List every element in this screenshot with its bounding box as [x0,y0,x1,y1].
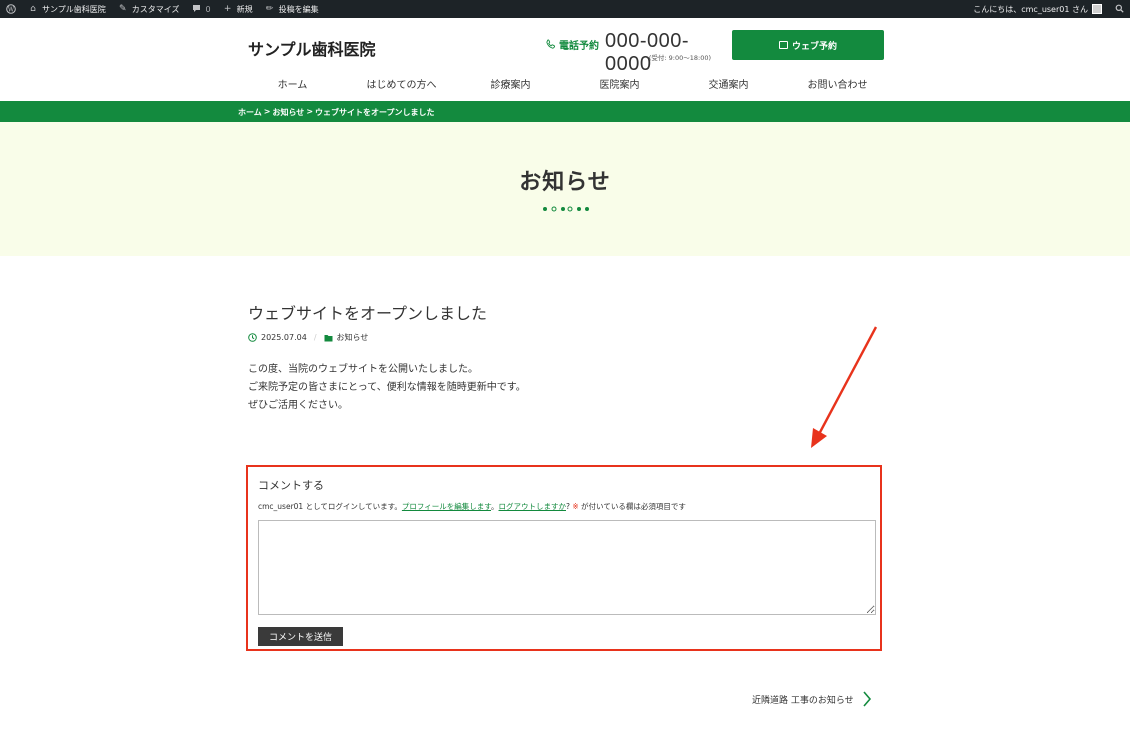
page-hero: お知らせ [0,122,1130,256]
phone-icon [546,39,556,49]
next-post-link[interactable]: 近隣道路 工事のお知らせ [752,690,872,708]
web-reservation-button[interactable]: ウェブ予約 [732,30,884,60]
phone-reservation[interactable]: 電話予約 000-000-0000 (受付: 9:00〜18:00) [545,30,717,75]
breadcrumb-news[interactable]: お知らせ [272,107,304,118]
admin-edit-post-label: 投稿を編集 [278,4,319,14]
admin-greeting: こんにちは、cmc_user01 さん [973,4,1088,14]
page-title: お知らせ [519,170,611,195]
comment-textarea[interactable] [258,520,876,615]
admin-comments-link[interactable]: 0 [186,0,217,18]
breadcrumb-band: ホーム > お知らせ > ウェブサイトをオープンしました [0,101,1130,122]
comment-form-highlight: コメントする cmc_user01 としてログインしています。プロフィールを編集… [246,465,882,651]
web-reservation-label: ウェブ予約 [791,41,837,52]
brush-icon: ✎ [118,4,127,14]
admin-site-name: サンプル歯科医院 [42,4,106,14]
admin-customize-label: カスタマイズ [131,4,180,14]
submit-comment-button[interactable]: コメントを送信 [258,627,343,646]
pencil-icon: ✏ [265,4,274,14]
meta-divider: / [313,333,317,342]
nav-item-first-visit[interactable]: はじめての方へ [347,76,456,92]
post-meta: 2025.07.04 / お知らせ [248,332,368,343]
comment-bubble-icon [192,4,202,14]
folder-icon [324,334,333,341]
logged-in-question: ? [566,502,570,511]
breadcrumb-current: ウェブサイトをオープンしました [315,108,435,117]
main-nav: ホーム はじめての方へ 診療案内 医院案内 交通案内 お問い合わせ [238,76,892,92]
phone-label: 電話予約 [559,41,599,52]
chevron-right-icon [863,691,871,707]
admin-bar: W ⌂ サンプル歯科医院 ✎ カスタマイズ 0 + 新規 ✏ 投稿を編集 こんに… [0,0,1130,18]
annotation-arrow-icon [811,326,878,448]
site-title[interactable]: サンプル歯科医院 [248,36,376,60]
search-icon [1114,4,1124,14]
nav-item-home[interactable]: ホーム [238,76,347,92]
clock-icon [248,333,257,342]
comment-form-title: コメントする [258,479,324,492]
admin-account-menu[interactable]: こんにちは、cmc_user01 さん [967,0,1108,18]
logged-in-notice: cmc_user01 としてログインしています。プロフィールを編集します。ログア… [258,501,686,512]
wordpress-logo-button[interactable]: W [0,0,22,18]
breadcrumb-separator: > [306,107,314,116]
logged-in-sep: 。 [491,502,499,511]
nav-item-access[interactable]: 交通案内 [674,76,783,92]
required-note: が付いている欄は必須項目です [578,502,686,511]
logged-in-text: cmc_user01 としてログインしています。 [258,502,402,511]
post-body: この度、当院のウェブサイトを公開いたしました。 ご来院予定の皆さまにとって、便利… [248,361,526,415]
breadcrumb: ホーム > お知らせ > ウェブサイトをオープンしました [238,107,435,118]
dots-ornament-icon [543,206,589,212]
admin-search-button[interactable] [1108,0,1130,18]
avatar [1092,4,1102,14]
plus-icon: + [223,4,232,14]
post-body-line: この度、当院のウェブサイトを公開いたしました。 [248,364,478,375]
nav-item-contact[interactable]: お問い合わせ [783,76,892,92]
breadcrumb-home[interactable]: ホーム [238,107,262,118]
svg-text:W: W [8,6,15,13]
home-icon: ⌂ [30,4,36,14]
nav-item-clinic[interactable]: 医院案内 [565,76,674,92]
admin-comments-count: 0 [205,4,211,14]
post-category[interactable]: お知らせ [337,332,369,343]
post-body-line: ぜひご活用ください。 [248,400,348,411]
breadcrumb-separator: > [263,107,271,116]
admin-new-link[interactable]: + 新規 [217,0,259,18]
admin-edit-post-link[interactable]: ✏ 投稿を編集 [259,0,325,18]
phone-hours: (受付: 9:00〜18:00) [648,54,711,62]
logout-link[interactable]: ログアウトしますか [499,502,567,511]
post-body-line: ご来院予定の皆さまにとって、便利な情報を随時更新中です。 [248,382,526,393]
phone-label-wrap: 電話予約 [545,37,599,52]
admin-site-name-link[interactable]: ⌂ サンプル歯科医院 [22,0,112,18]
admin-new-label: 新規 [236,4,253,14]
monitor-icon [778,41,788,49]
post-title: ウェブサイトをオープンしました [248,304,488,323]
wordpress-icon: W [6,4,16,14]
next-post-label: 近隣道路 工事のお知らせ [752,695,854,706]
edit-profile-link[interactable]: プロフィールを編集します [402,502,491,511]
nav-item-treatment[interactable]: 診療案内 [456,76,565,92]
admin-customize-link[interactable]: ✎ カスタマイズ [112,0,186,18]
post-date: 2025.07.04 [261,333,307,342]
